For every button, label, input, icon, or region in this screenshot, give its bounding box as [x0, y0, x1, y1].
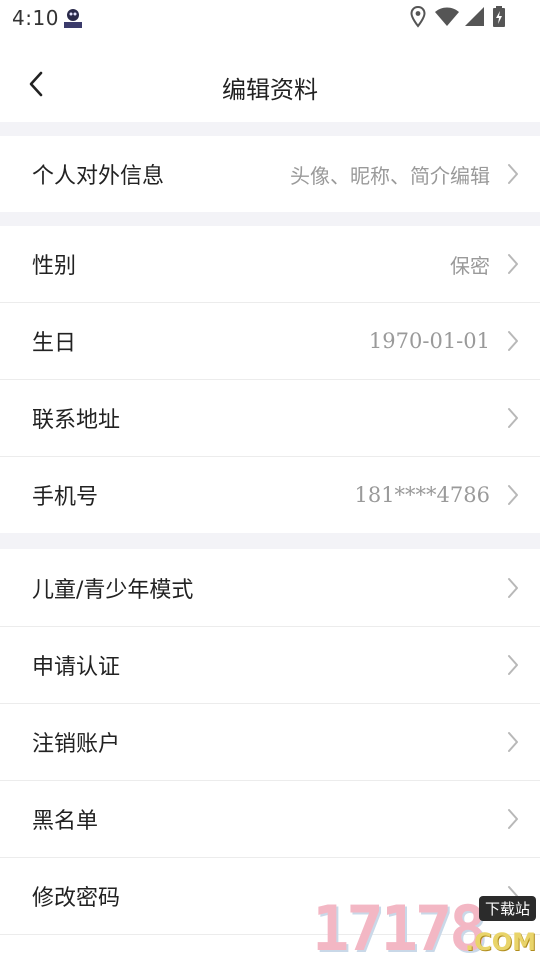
wifi-icon: [435, 7, 459, 26]
watermark-badge: 下载站: [478, 896, 536, 921]
row-label: 申请认证: [32, 655, 121, 680]
page-title: 编辑资料: [222, 76, 318, 104]
row-label: 个人对外信息: [32, 164, 165, 189]
watermark-domain: .COM: [464, 928, 536, 956]
row-address[interactable]: 联系地址: [0, 380, 540, 456]
chevron-right-icon: [508, 408, 518, 428]
chevron-right-icon: [508, 164, 518, 184]
row-value: 181****4786: [354, 483, 490, 507]
chevron-left-icon: [29, 71, 43, 97]
row-label: 黑名单: [32, 809, 99, 834]
row-value: 头像、昵称、简介编辑: [290, 163, 490, 188]
section-gap: [0, 122, 540, 136]
chevron-right-icon: [508, 655, 518, 675]
row-label: 性别: [32, 254, 77, 279]
chevron-right-icon: [508, 485, 518, 505]
row-profile-info[interactable]: 个人对外信息 头像、昵称、简介编辑: [0, 136, 540, 212]
chevron-right-icon: [508, 331, 518, 351]
row-label: 手机号: [32, 485, 99, 510]
chevron-right-icon: [508, 809, 518, 829]
chevron-right-icon: [508, 254, 518, 274]
row-label: 联系地址: [32, 408, 121, 433]
row-birthday[interactable]: 生日 1970-01-01: [0, 303, 540, 379]
section-gap: [0, 533, 540, 549]
header: 编辑资料: [0, 36, 540, 122]
status-time: 4:10: [12, 6, 59, 30]
row-label: 生日: [32, 331, 77, 356]
watermark-digits: 17178: [312, 892, 487, 960]
row-blacklist[interactable]: 黑名单: [0, 781, 540, 857]
row-label: 儿童/青少年模式: [32, 577, 194, 603]
chevron-right-icon: [508, 732, 518, 752]
row-label: 修改密码: [32, 886, 121, 911]
row-value: 1970-01-01: [368, 329, 490, 353]
watermark-logo: 17178 下载站 .COM: [310, 896, 540, 960]
row-cancel-account[interactable]: 注销账户: [0, 704, 540, 780]
row-phone[interactable]: 手机号 181****4786: [0, 457, 540, 533]
section-gap: [0, 212, 540, 226]
app-notification-icon: [62, 7, 84, 29]
row-gender[interactable]: 性别 保密: [0, 226, 540, 302]
location-icon: [410, 6, 426, 28]
battery-charging-icon: [493, 6, 505, 27]
signal-icon: [465, 7, 484, 26]
row-youth-mode[interactable]: 儿童/青少年模式: [0, 549, 540, 626]
back-button[interactable]: [16, 64, 56, 104]
row-label: 注销账户: [32, 732, 121, 757]
row-value: 保密: [450, 253, 490, 278]
status-bar: 4:10: [0, 0, 540, 36]
chevron-right-icon: [508, 577, 518, 598]
row-apply-verification[interactable]: 申请认证: [0, 627, 540, 703]
